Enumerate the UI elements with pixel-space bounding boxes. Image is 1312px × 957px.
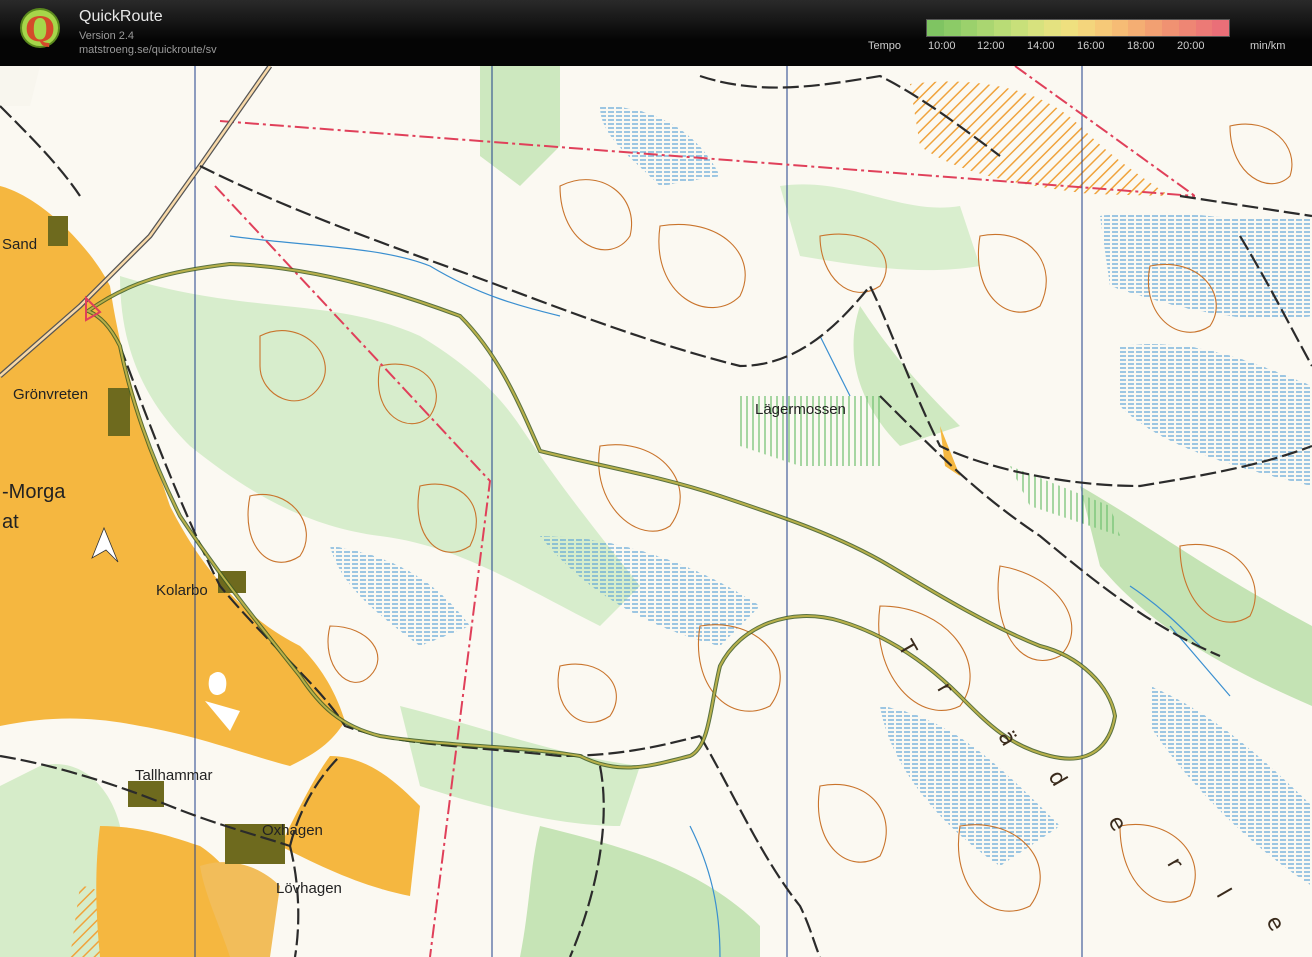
marsh-area: [600, 106, 720, 186]
tempo-color-segment: [1094, 20, 1112, 36]
place-name: -Morga: [2, 481, 66, 503]
tempo-color-segment: [943, 20, 961, 36]
tempo-color-segment: [977, 20, 995, 36]
tempo-tick: 20:00: [1177, 40, 1205, 52]
tempo-color-segment: [1044, 20, 1062, 36]
marsh-area: [880, 706, 1060, 866]
tempo-color-segment: [1212, 20, 1230, 36]
building: [128, 781, 164, 807]
tempo-label: Tempo: [868, 40, 902, 52]
field-symbol: [208, 671, 227, 696]
tempo-unit: min/km: [1250, 40, 1286, 52]
tempo-color-segment: [927, 20, 944, 36]
field-small: [0, 66, 40, 106]
building: [48, 216, 68, 246]
tempo-color-segment: [994, 20, 1011, 36]
app-name: QuickRoute: [79, 8, 163, 25]
tempo-tick: 18:00: [1127, 40, 1155, 52]
tempo-tick: 12:00: [977, 40, 1005, 52]
tempo-color-segment: [1161, 20, 1179, 36]
marsh-area: [1120, 344, 1312, 486]
place-name: Oxhagen: [262, 822, 323, 839]
tempo-color-segment: [1111, 20, 1129, 36]
tempo-color-scale: [926, 19, 1230, 37]
place-name: Tallhammar: [135, 767, 213, 784]
tempo-tick: 10:00: [928, 40, 956, 52]
place-name: Grönvreten: [13, 386, 89, 403]
tempo-tick: 16:00: [1077, 40, 1105, 52]
tempo-color-segment: [1178, 20, 1196, 36]
rough-open-land: [910, 81, 1170, 196]
place-name: Lägermossen: [755, 401, 846, 418]
app-url[interactable]: matstroeng.se/quickroute/sv: [79, 44, 217, 56]
tempo-color-segment: [960, 20, 978, 36]
place-name: Lövhagen: [276, 880, 342, 897]
place-name: Sand: [2, 236, 38, 253]
place-name: Kolarbo: [156, 582, 208, 599]
quickroute-logo-icon: Q: [20, 8, 60, 50]
rough-open-land: [940, 426, 960, 476]
tempo-tick: 14:00: [1027, 40, 1055, 52]
tempo-color-segment: [1145, 20, 1162, 36]
tempo-color-segment: [1128, 20, 1146, 36]
forest-area: [520, 826, 760, 957]
orienteering-map[interactable]: Sand Grönvreten -Morga at Kolarbo Lägerm…: [0, 66, 1312, 957]
marsh-area: [330, 546, 470, 646]
app-version: Version 2.4: [79, 30, 135, 42]
tempo-color-segment: [1027, 20, 1045, 36]
building: [108, 388, 130, 436]
tempo-color-segment: [1010, 20, 1028, 36]
logo-letter: Q: [25, 10, 55, 50]
tempo-color-segment: [1078, 20, 1095, 36]
place-name: at: [2, 511, 19, 533]
app-header: Q QuickRoute Version 2.4 matstroeng.se/q…: [0, 0, 1312, 66]
marsh-area: [1150, 686, 1312, 886]
tempo-color-segment: [1061, 20, 1079, 36]
forest-area: [780, 184, 980, 271]
marsh-area: [1100, 213, 1312, 319]
tempo-color-segment: [1195, 20, 1213, 36]
